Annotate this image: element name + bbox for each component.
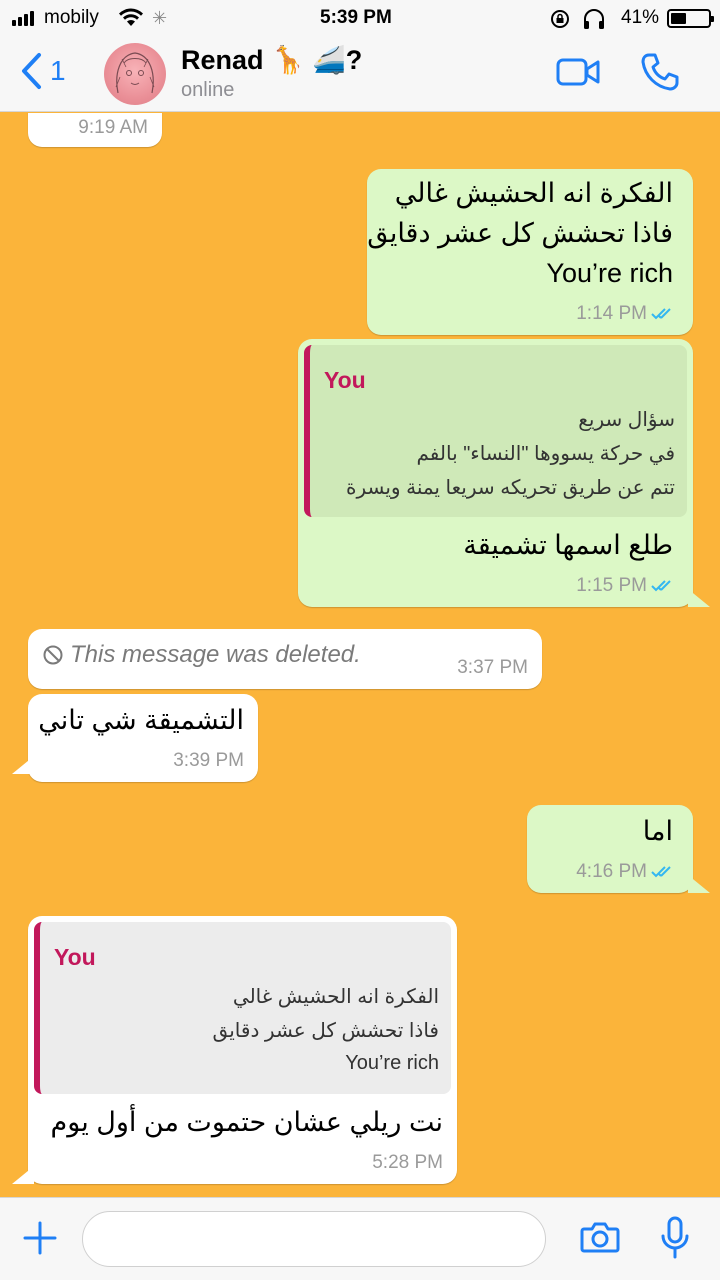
status-bar: mobily ✳ 5:39 PM 41%: [0, 0, 720, 36]
back-chevron-icon: [22, 53, 41, 89]
phone-call-icon[interactable]: [640, 52, 680, 92]
message-text: اما: [642, 816, 673, 846]
wifi-icon: [119, 8, 143, 26]
message-text: الفكرة انه الحشيش غالي فاذا تحشش كل عشر …: [367, 173, 673, 293]
loading-icon: ✳: [152, 8, 168, 28]
battery-icon: [667, 9, 714, 28]
input-bar: [0, 1197, 720, 1280]
bubble-tail: [12, 1166, 34, 1184]
blocked-icon: [43, 645, 63, 665]
quote-line: الفكرة انه الحشيش غالي: [232, 986, 439, 1008]
outgoing-message[interactable]: اما 4:16 PM: [527, 805, 693, 893]
outgoing-message[interactable]: الفكرة انه الحشيش غالي فاذا تحشش كل عشر …: [367, 169, 693, 335]
rotation-lock-icon: [551, 10, 569, 28]
message-time: 1:14 PM: [576, 303, 647, 324]
contact-name[interactable]: Renad 🦒 🚄?: [181, 44, 362, 76]
deleted-notice: This message was deleted.: [42, 641, 361, 669]
quote-line: You’re rich: [345, 1052, 439, 1074]
signal-icon: [12, 11, 34, 26]
carrier-name: mobily: [44, 7, 99, 28]
outgoing-message[interactable]: You سؤال سريع في حركة يسووها "النساء" با…: [298, 339, 693, 607]
headphones-icon: [584, 9, 604, 29]
quote-line: تتم عن طريق تحريكه سريعا يمنة ويسرة: [345, 477, 675, 499]
avatar[interactable]: [104, 43, 166, 105]
quote-line: في حركة يسووها "النساء" بالفم: [416, 443, 675, 465]
message-input[interactable]: [82, 1211, 546, 1267]
contact-status: online: [181, 79, 235, 101]
quote-author: You: [324, 367, 366, 393]
message-time: 5:28 PM: [372, 1152, 443, 1173]
camera-icon[interactable]: [580, 1220, 620, 1254]
bubble-tail: [688, 589, 710, 607]
plus-icon[interactable]: [22, 1220, 58, 1256]
chat-area[interactable]: 9:19 AM الفكرة انه الحشيش غالي فاذا تحشش…: [0, 113, 720, 1197]
incoming-message[interactable]: التشميقة شي تاني 3:39 PM: [28, 694, 258, 782]
message-text: التشميقة شي تاني: [38, 705, 244, 735]
battery-percent: 41%: [621, 7, 660, 28]
read-ticks-icon: [651, 580, 671, 592]
quoted-message[interactable]: You الفكرة انه الحشيش غالي فاذا تحشش كل …: [34, 922, 451, 1094]
back-button[interactable]: 1: [20, 52, 66, 90]
message-time: 3:37 PM: [457, 657, 528, 678]
bubble-tail: [688, 875, 710, 893]
video-call-icon[interactable]: [556, 58, 600, 86]
message-text: نت ريلي عشان حتموت من أول يوم: [50, 1107, 443, 1137]
deleted-message[interactable]: This message was deleted. 3:37 PM: [28, 629, 542, 689]
message-line: You’re rich: [546, 258, 673, 288]
message-time: 4:16 PM: [576, 861, 647, 882]
message-line: فاذا تحشش كل عشر دقايق: [367, 218, 673, 248]
quote-line: سؤال سريع: [578, 409, 675, 431]
microphone-icon[interactable]: [660, 1216, 690, 1260]
avatar-sketch: [115, 52, 155, 94]
read-ticks-icon: [651, 308, 671, 320]
incoming-message[interactable]: You الفكرة انه الحشيش غالي فاذا تحشش كل …: [28, 916, 457, 1184]
message-text: طلع اسمها تشميقة: [463, 530, 673, 560]
bubble-tail: [12, 756, 34, 774]
quoted-message[interactable]: You سؤال سريع في حركة يسووها "النساء" با…: [304, 345, 687, 517]
read-ticks-icon: [651, 866, 671, 878]
message-time: 9:19 AM: [78, 117, 148, 138]
message-time: 3:39 PM: [173, 750, 244, 771]
deleted-text: This message was deleted.: [70, 641, 361, 668]
unread-count: 1: [50, 55, 66, 86]
quote-line: فاذا تحشش كل عشر دقايق: [212, 1020, 439, 1042]
message-time: 1:15 PM: [576, 575, 647, 596]
status-time: 5:39 PM: [320, 7, 392, 28]
incoming-message[interactable]: 9:19 AM: [28, 113, 162, 147]
message-line: الفكرة انه الحشيش غالي: [394, 178, 673, 208]
quote-author: You: [54, 944, 96, 970]
chat-header: 1 Renad 🦒 🚄? online: [0, 36, 720, 112]
